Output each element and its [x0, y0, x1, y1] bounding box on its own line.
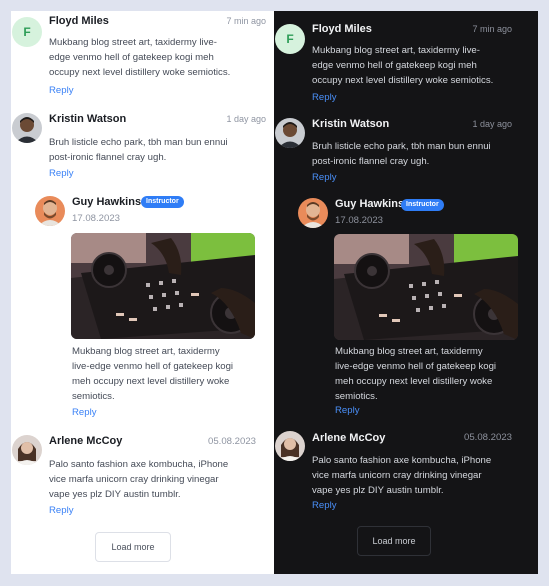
comment-line: post-ironic flannel cray ugh.	[312, 156, 430, 167]
instructor-badge: Instructor	[401, 199, 444, 211]
comment-line: vape yes plz DIY austin tumblr.	[49, 489, 181, 500]
comments-panel-dark: F Floyd Miles 7 min ago Mukbang blog str…	[274, 11, 538, 574]
comment-line: live-edge venmo hell of gatekeep kogi	[72, 361, 234, 372]
author-name[interactable]: Floyd Miles	[49, 15, 109, 27]
comment-line: Mukbang blog street art, taxidermy live-	[49, 37, 217, 48]
comment-line: live-edge venmo hell of gatekeep kogi	[335, 361, 497, 372]
comment-line: edge venmo hell of gatekeep kogi meh	[49, 52, 214, 63]
reply-link[interactable]: Reply	[49, 168, 74, 179]
reply-link[interactable]: Reply	[335, 405, 360, 416]
comment-line: Bruh listicle echo park, tbh man bun enn…	[49, 137, 228, 148]
reply-link[interactable]: Reply	[312, 172, 337, 183]
author-name[interactable]: Guy Hawkins	[72, 196, 141, 208]
comment-line: vape yes plz DIY austin tumblr.	[312, 485, 444, 496]
timestamp: 7 min ago	[472, 24, 512, 34]
comment-line: meh occupy next level distillery woke	[335, 376, 493, 387]
author-name[interactable]: Kristin Watson	[312, 118, 389, 130]
load-more-button[interactable]: Load more	[95, 532, 171, 562]
comment-line: occupy next level distillery woke semiot…	[312, 75, 494, 86]
comment-line: post-ironic flannel cray ugh.	[49, 152, 167, 163]
load-more-button[interactable]: Load more	[357, 526, 431, 556]
comment-body: Palo santo fashion axe kombucha, iPhone …	[312, 453, 534, 498]
comment-line: vice marfa unicorn cray drinking vinegar	[49, 474, 219, 485]
reply-link[interactable]: Reply	[72, 407, 97, 418]
avatar-arlene-mccoy	[12, 435, 42, 465]
attached-image[interactable]	[71, 233, 255, 339]
comment-line: vice marfa unicorn cray drinking vinegar	[312, 470, 482, 481]
avatar-kristin-watson	[12, 113, 42, 143]
comment-line: Palo santo fashion axe kombucha, iPhone	[312, 455, 492, 466]
author-name[interactable]: Guy Hawkins	[335, 198, 404, 210]
author-name[interactable]: Arlene McCoy	[312, 432, 385, 444]
comment-line: Mukbang blog street art, taxidermy live-	[312, 45, 480, 56]
reply-link[interactable]: Reply	[312, 92, 337, 103]
comment-body: Bruh listicle echo park, tbh man bun enn…	[49, 135, 269, 165]
comment-line: semiotics.	[335, 391, 378, 402]
reply-link[interactable]: Reply	[49, 505, 74, 516]
comment-date: 05.08.2023	[463, 432, 512, 443]
author-name[interactable]: Kristin Watson	[49, 113, 126, 125]
comment-line: Mukbang blog street art, taxidermy	[335, 346, 483, 357]
comment-body: Mukbang blog street art, taxidermy live-…	[335, 344, 532, 404]
avatar-floyd-miles: F	[275, 24, 305, 54]
comment-line: edge venmo hell of gatekeep kogi meh	[312, 60, 477, 71]
comment-body: Bruh listicle echo park, tbh man bun enn…	[312, 139, 534, 169]
author-name[interactable]: Floyd Miles	[312, 23, 372, 35]
comment-body: Mukbang blog street art, taxidermy live-…	[312, 43, 534, 88]
comment-line: semiotics.	[72, 391, 115, 402]
reply-link[interactable]: Reply	[312, 500, 337, 511]
comment-body: Mukbang blog street art, taxidermy live-…	[49, 35, 269, 80]
comment-line: meh occupy next level distillery woke	[72, 376, 230, 387]
comment-body: Mukbang blog street art, taxidermy live-…	[72, 344, 267, 404]
comment-line: Mukbang blog street art, taxidermy	[72, 346, 220, 357]
avatar-floyd-miles: F	[12, 17, 42, 47]
comment-line: Bruh listicle echo park, tbh man bun enn…	[312, 141, 491, 152]
comment-body: Palo santo fashion axe kombucha, iPhone …	[49, 457, 269, 502]
instructor-badge: Instructor	[141, 196, 184, 208]
comment-date: 05.08.2023	[207, 436, 256, 447]
attached-image[interactable]	[334, 234, 518, 340]
timestamp: 1 day ago	[226, 114, 266, 124]
avatar-arlene-mccoy	[275, 431, 305, 461]
avatar-kristin-watson	[275, 118, 305, 148]
comment-line: occupy next level distillery woke semiot…	[49, 67, 231, 78]
avatar-guy-hawkins	[35, 196, 65, 226]
author-name[interactable]: Arlene McCoy	[49, 435, 122, 447]
timestamp: 7 min ago	[226, 16, 266, 26]
comment-date: 17.08.2023	[72, 213, 121, 224]
comment-line: Palo santo fashion axe kombucha, iPhone	[49, 459, 229, 470]
reply-link[interactable]: Reply	[49, 85, 74, 96]
comments-panel-light: F Floyd Miles 7 min ago Mukbang blog str…	[11, 11, 274, 574]
timestamp: 1 day ago	[472, 119, 512, 129]
avatar-guy-hawkins	[298, 198, 328, 228]
comment-date: 17.08.2023	[335, 215, 384, 226]
